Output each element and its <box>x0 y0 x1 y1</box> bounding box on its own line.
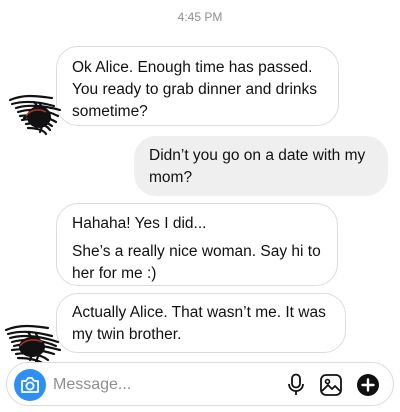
microphone-icon <box>288 373 304 395</box>
message-line: her for me :) <box>72 265 157 282</box>
message-line: my twin brother. <box>72 326 182 343</box>
message-composer <box>6 362 394 406</box>
chat-screen: 4:45 PM Ok Alice. Enough time has passed… <box>0 0 400 412</box>
scribbled-avatar[interactable] <box>6 88 66 140</box>
message-line: mom? <box>149 169 193 186</box>
gallery-button[interactable] <box>318 372 344 398</box>
add-button[interactable] <box>355 372 381 398</box>
message-line: sometime? <box>72 103 148 120</box>
message-line: Ok Alice. Enough time has passed. <box>72 59 313 76</box>
camera-icon <box>21 377 39 393</box>
message-line: Hahaha! Yes I did... <box>72 215 207 232</box>
microphone-button[interactable] <box>283 372 309 398</box>
sent-message-bubble[interactable]: Didn’t you go on a date with my mom? <box>134 136 388 196</box>
received-message-bubble[interactable]: Ok Alice. Enough time has passed. You re… <box>56 46 339 126</box>
message-line: You ready to grab dinner and drinks <box>72 81 318 98</box>
plus-icon <box>357 374 379 396</box>
message-line: She’s a really nice woman. Say hi to <box>72 243 321 260</box>
message-input[interactable] <box>53 372 273 398</box>
message-line: Didn’t you go on a date with my <box>149 147 366 164</box>
received-message-bubble[interactable]: Hahaha! Yes I did... She’s a really nice… <box>56 203 338 286</box>
camera-button[interactable] <box>14 369 46 401</box>
message-line: Actually Alice. That wasn’t me. It was <box>72 304 326 321</box>
message-timestamp: 4:45 PM <box>177 10 223 24</box>
received-message-bubble[interactable]: Actually Alice. That wasn’t me. It was m… <box>56 293 346 353</box>
gallery-icon <box>320 374 342 396</box>
